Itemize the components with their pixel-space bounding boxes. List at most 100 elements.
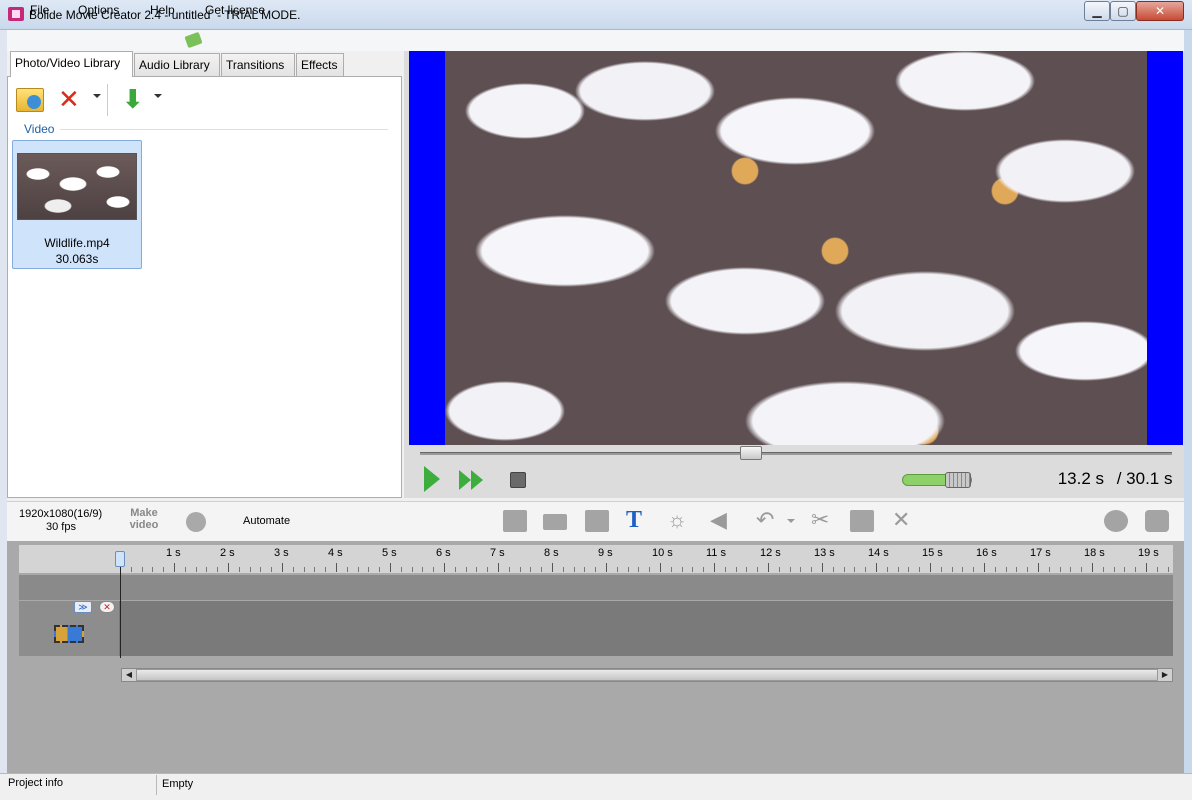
zoom-in-icon[interactable] [1145, 510, 1169, 532]
text-icon[interactable]: T [626, 508, 642, 532]
ruler-tick-minor [238, 567, 240, 572]
fit-icon[interactable] [543, 514, 567, 530]
playhead-handle[interactable] [115, 551, 125, 567]
collapse-track-button[interactable]: ≫ [74, 601, 92, 613]
import-icon[interactable]: ⬇ [122, 86, 144, 112]
ruler-tick-minor [1059, 567, 1061, 572]
ruler-tick-minor [1167, 567, 1169, 572]
video-thumbnail[interactable] [17, 153, 137, 220]
menu-help[interactable]: Help [150, 3, 175, 17]
menu-get-license[interactable]: Get license [205, 3, 265, 17]
tab-audio-library[interactable]: Audio Library [134, 53, 220, 76]
ruler-tick-minor [508, 567, 510, 572]
ruler-tick-minor [400, 567, 402, 572]
ruler-tick-minor [1027, 567, 1029, 572]
ruler-tick-label: 10 s [652, 547, 673, 559]
ruler-tick-minor [1005, 567, 1007, 572]
ruler-tick-minor [886, 567, 888, 572]
ruler-tick-minor [206, 567, 208, 572]
play-icon[interactable] [424, 466, 440, 492]
tab-photo-video-library[interactable]: Photo/Video Library [10, 51, 133, 77]
ruler-tick-label: 1 s [166, 547, 181, 559]
undo-icon[interactable]: ↶ [756, 508, 774, 532]
automate-button[interactable]: Automate [243, 515, 290, 527]
split-icon[interactable] [503, 510, 527, 532]
delete-dropdown-arrow[interactable] [93, 94, 101, 98]
status-project-info: Project info [8, 777, 64, 789]
seek-handle[interactable] [739, 446, 762, 460]
project-resolution: 1920x1080(16/9) [19, 508, 103, 520]
paste-icon[interactable] [850, 510, 874, 532]
menu-options[interactable]: Options [78, 3, 119, 17]
ruler-tick-major [930, 563, 931, 572]
ruler-tick-minor [584, 567, 586, 572]
ruler-tick-minor [1124, 567, 1126, 572]
volume-handle[interactable] [945, 472, 971, 488]
video-frame-image [445, 51, 1147, 445]
ruler-tick-minor [346, 567, 348, 572]
ruler-tick-label: 16 s [976, 547, 997, 559]
video-track[interactable] [19, 601, 1173, 656]
scroll-left-button[interactable]: ◀ [122, 669, 136, 681]
volume-icon[interactable]: ◀ [710, 508, 727, 532]
ruler-tick-minor [292, 567, 294, 572]
fast-forward-icon[interactable] [459, 470, 487, 490]
ruler-tick-minor [130, 567, 132, 572]
delete-icon[interactable]: ✕ [58, 86, 80, 112]
remove-icon[interactable]: ✕ [892, 508, 910, 532]
make-video-button[interactable]: Make video [128, 507, 160, 531]
cut-icon[interactable]: ✂ [811, 508, 829, 532]
menu-file[interactable]: File [30, 3, 49, 17]
ruler-tick-minor [368, 567, 370, 572]
menu-bar [0, 30, 1192, 51]
ruler-tick-minor [152, 567, 154, 572]
ruler-tick-minor [454, 567, 456, 572]
ruler-tick-minor [919, 567, 921, 572]
ruler-tick-label: 5 s [382, 547, 397, 559]
ruler-tick-minor [562, 567, 564, 572]
ruler-tick-major [876, 563, 877, 572]
close-button[interactable]: ✕ [1136, 1, 1184, 21]
ruler-tick-label: 2 s [220, 547, 235, 559]
undo-dropdown-arrow[interactable] [787, 519, 795, 523]
ruler-tick-major [282, 563, 283, 572]
total-time: / 30.1 s [1112, 469, 1173, 488]
ruler-tick-label: 6 s [436, 547, 451, 559]
audio-track[interactable] [19, 575, 1173, 600]
ruler-tick-minor [1016, 567, 1018, 572]
ruler-tick-label: 18 s [1084, 547, 1105, 559]
ruler-tick-major [390, 563, 391, 572]
record-icon[interactable] [186, 512, 206, 532]
ruler-tick-minor [962, 567, 964, 572]
scroll-right-button[interactable]: ▶ [1158, 669, 1172, 681]
maximize-button[interactable]: ▢ [1110, 1, 1136, 21]
ruler-tick-minor [908, 567, 910, 572]
window-frame-right [1184, 30, 1192, 800]
tab-effects[interactable]: Effects [296, 53, 344, 76]
zoom-out-icon[interactable] [1104, 510, 1128, 532]
toolbar-separator [107, 84, 108, 116]
video-preview[interactable] [409, 51, 1183, 445]
ruler-tick-minor [897, 567, 899, 572]
app-logo-icon [8, 7, 24, 21]
ruler-tick-major [228, 563, 229, 572]
seek-bar[interactable] [420, 452, 1172, 455]
ruler-tick-minor [789, 567, 791, 572]
crop-icon[interactable] [585, 510, 609, 532]
brightness-icon[interactable]: ☼ [667, 508, 687, 532]
ruler-tick-minor [530, 567, 532, 572]
minimize-button[interactable]: ▁ [1084, 1, 1110, 21]
import-dropdown-arrow[interactable] [154, 94, 162, 98]
open-folder-icon[interactable] [16, 88, 44, 112]
tab-transitions[interactable]: Transitions [221, 53, 295, 76]
ruler-tick-minor [303, 567, 305, 572]
stop-icon[interactable] [510, 472, 526, 488]
timeline-scroll-thumb[interactable] [136, 669, 1158, 681]
library-item-name: Wildlife.mp4 [44, 236, 110, 250]
remove-track-button[interactable]: ✕ [99, 601, 115, 613]
ruler-tick-major [444, 563, 445, 572]
ruler-tick-minor [724, 567, 726, 572]
ruler-tick-minor [800, 567, 802, 572]
ruler-tick-label: 7 s [490, 547, 505, 559]
ruler-tick-label: 19 s [1138, 547, 1159, 559]
